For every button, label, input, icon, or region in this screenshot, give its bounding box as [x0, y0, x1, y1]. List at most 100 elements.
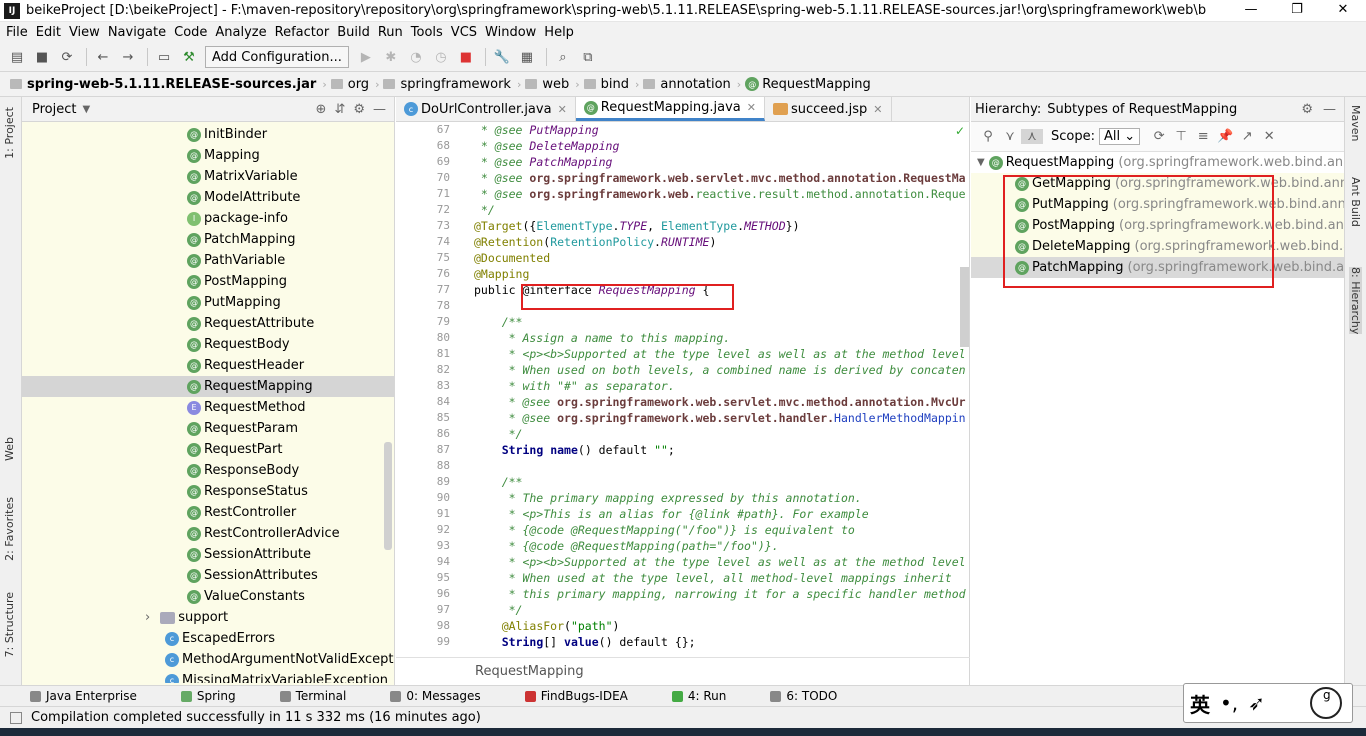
- project-tool-tab[interactable]: 1: Project: [3, 107, 16, 159]
- breadcrumb-bind[interactable]: bind ›: [583, 77, 639, 92]
- gear-icon[interactable]: ⚙: [1301, 102, 1313, 117]
- menu-navigate[interactable]: Navigate: [106, 25, 172, 40]
- chevron-down-icon[interactable]: ▼: [82, 104, 90, 115]
- tree-item[interactable]: @ ModelAttribute: [22, 187, 394, 208]
- breadcrumb-web[interactable]: web ›: [525, 77, 580, 92]
- menu-build[interactable]: Build: [335, 25, 376, 40]
- todo-tab[interactable]: 6: TODO: [770, 689, 859, 703]
- ime-language[interactable]: 英: [1190, 689, 1210, 718]
- chevron-down-icon[interactable]: ▼: [977, 157, 985, 168]
- tree-item[interactable]: @ PutMapping: [22, 292, 394, 313]
- ime-punctuation[interactable]: •,: [1220, 691, 1238, 715]
- tree-item[interactable]: @ RequestMapping: [22, 376, 394, 397]
- close-tab-icon[interactable]: ✕: [558, 103, 567, 116]
- close-button[interactable]: ✕: [1320, 0, 1366, 22]
- sort-icon[interactable]: ≡: [1192, 129, 1214, 144]
- status-toggle-icon[interactable]: [10, 711, 22, 724]
- menu-window[interactable]: Window: [483, 25, 542, 40]
- hierarchy-tool-tab[interactable]: 8: Hierarchy: [1349, 267, 1362, 335]
- refresh-icon[interactable]: ⟳: [1148, 129, 1170, 144]
- tree-item[interactable]: @ PatchMapping: [22, 229, 394, 250]
- tree-item[interactable]: › support: [22, 607, 394, 628]
- tree-item[interactable]: @ ResponseStatus: [22, 481, 394, 502]
- pin-icon[interactable]: 📌: [1214, 129, 1236, 144]
- tab-dourlcontroller[interactable]: c DoUrlController.java ✕: [396, 97, 576, 121]
- build-hammer-icon[interactable]: ⚒: [178, 46, 200, 68]
- coverage-icon[interactable]: ◔: [405, 46, 427, 68]
- tree-item[interactable]: @ RequestParam: [22, 418, 394, 439]
- maven-tool-tab[interactable]: Maven: [1349, 105, 1362, 141]
- type-hierarchy-icon[interactable]: ⚲: [977, 129, 999, 144]
- close-tab-icon[interactable]: ✕: [747, 101, 756, 114]
- collapse-icon[interactable]: ⇵: [334, 102, 345, 117]
- messages-tab[interactable]: 0: Messages: [390, 689, 502, 703]
- scope-select[interactable]: All ⌄: [1098, 128, 1141, 145]
- menu-file[interactable]: File: [4, 25, 34, 40]
- spring-tab[interactable]: Spring: [180, 689, 258, 703]
- close-tab-icon[interactable]: ✕: [873, 103, 882, 116]
- menu-tools[interactable]: Tools: [409, 25, 449, 40]
- editor-scrollbar[interactable]: [960, 267, 969, 347]
- filter-icon[interactable]: ⊤: [1170, 129, 1192, 144]
- java-enterprise-tab[interactable]: Java Enterprise: [30, 689, 159, 703]
- supertypes-icon[interactable]: ⋎: [999, 129, 1021, 144]
- locate-icon[interactable]: ⊕: [316, 102, 327, 117]
- profile-icon[interactable]: ◷: [430, 46, 452, 68]
- project-structure-icon[interactable]: ▦: [516, 46, 538, 68]
- search-icon[interactable]: ⌕: [552, 46, 574, 68]
- menu-code[interactable]: Code: [172, 25, 213, 40]
- run-tab[interactable]: 4: Run: [671, 689, 749, 703]
- stop-icon[interactable]: ■: [455, 46, 477, 68]
- tree-item[interactable]: @ RestControllerAdvice: [22, 523, 394, 544]
- menu-edit[interactable]: Edit: [34, 25, 67, 40]
- forward-arrow-icon[interactable]: →: [117, 46, 139, 68]
- tree-item[interactable]: @ RestController: [22, 502, 394, 523]
- tree-item[interactable]: E RequestMethod: [22, 397, 394, 418]
- tree-item[interactable]: @ MatrixVariable: [22, 166, 394, 187]
- tree-item[interactable]: @ RequestAttribute: [22, 313, 394, 334]
- tree-item[interactable]: Ipackage-info: [22, 208, 394, 229]
- hide-icon[interactable]: —: [1323, 102, 1336, 117]
- project-scrollbar[interactable]: [384, 442, 392, 550]
- tree-item[interactable]: @ RequestBody: [22, 334, 394, 355]
- structure-tool-tab[interactable]: 7: Structure: [3, 592, 16, 657]
- tree-item[interactable]: @ ValueConstants: [22, 586, 394, 607]
- add-configuration-button[interactable]: Add Configuration...: [205, 46, 349, 68]
- tree-item[interactable]: c MissingMatrixVariableException: [22, 670, 394, 683]
- breadcrumb-springframework[interactable]: springframework ›: [383, 77, 521, 92]
- wrench-settings-icon[interactable]: 🔧: [491, 46, 513, 68]
- findbugs-tab[interactable]: FindBugs-IDEA: [524, 689, 650, 703]
- tree-item[interactable]: @ SessionAttributes: [22, 565, 394, 586]
- back-arrow-icon[interactable]: ←: [92, 46, 114, 68]
- terminal-tab[interactable]: Terminal: [279, 689, 369, 703]
- project-panel-title[interactable]: Project: [32, 102, 76, 117]
- web-tool-tab[interactable]: Web: [3, 437, 16, 461]
- gear-icon[interactable]: ⚙: [353, 102, 365, 117]
- breadcrumb-annotation[interactable]: annotation ›: [643, 77, 741, 92]
- plugin-icon[interactable]: ⧉: [577, 46, 599, 68]
- tree-item[interactable]: @ RequestPart: [22, 439, 394, 460]
- tree-item[interactable]: @ ResponseBody: [22, 460, 394, 481]
- breadcrumb-org[interactable]: org ›: [330, 77, 379, 92]
- tree-item[interactable]: @ RequestHeader: [22, 355, 394, 376]
- tab-requestmapping[interactable]: @ RequestMapping.java ✕: [575, 97, 765, 121]
- menu-vcs[interactable]: VCS: [449, 25, 483, 40]
- maximize-button[interactable]: ❐: [1274, 0, 1320, 22]
- export-icon[interactable]: ↗: [1236, 129, 1258, 144]
- ant-build-tool-tab[interactable]: Ant Build: [1349, 177, 1362, 227]
- sync-icon[interactable]: ⟳: [56, 46, 78, 68]
- menu-run[interactable]: Run: [376, 25, 409, 40]
- tree-item[interactable]: c MethodArgumentNotValidException: [22, 649, 394, 670]
- menu-view[interactable]: View: [67, 25, 106, 40]
- tree-item[interactable]: @ Mapping: [22, 145, 394, 166]
- tree-item[interactable]: @ PathVariable: [22, 250, 394, 271]
- chevron-right-icon[interactable]: ›: [145, 610, 150, 625]
- open-folder-icon[interactable]: ▤: [6, 46, 28, 68]
- menu-analyze[interactable]: Analyze: [213, 25, 272, 40]
- run-icon[interactable]: ▶: [355, 46, 377, 68]
- hide-icon[interactable]: —: [373, 102, 386, 117]
- tree-item[interactable]: @ PostMapping: [22, 271, 394, 292]
- favorites-tool-tab[interactable]: 2: Favorites: [3, 497, 16, 561]
- hierarchy-root[interactable]: ▼ @ RequestMapping (org.springframework.…: [971, 152, 1344, 173]
- ime-pen-icon[interactable]: ➶: [1248, 691, 1265, 715]
